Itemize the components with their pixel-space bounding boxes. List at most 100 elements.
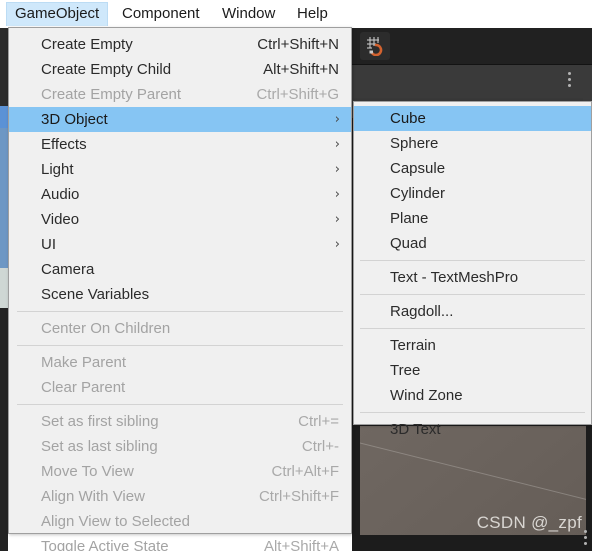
menu-item-label: Cube: [390, 110, 426, 127]
chevron-right-icon: ›: [334, 112, 340, 127]
menu-item-light[interactable]: Light ›: [9, 157, 351, 182]
menu-item-label: 3D Text: [390, 421, 441, 438]
menu-item-label: Align View to Selected: [41, 513, 190, 530]
menu-item-scene-variables[interactable]: Scene Variables: [9, 282, 351, 307]
submenu-item-tree[interactable]: Tree: [354, 358, 591, 383]
menubar-item-component[interactable]: Component: [114, 2, 208, 26]
menu-item-label: Tree: [390, 362, 421, 379]
grid-snap-button[interactable]: [360, 32, 390, 60]
menu-item-label: Center On Children: [41, 320, 171, 337]
menu-item-label: Clear Parent: [41, 379, 126, 396]
menu-item-clear-parent: Clear Parent: [9, 375, 351, 400]
submenu-item-plane[interactable]: Plane: [354, 206, 591, 231]
3d-object-submenu[interactable]: Cube Sphere Capsule Cylinder Plane Quad Text -…: [353, 101, 592, 438]
menubar-item-gameobject[interactable]: GameObject: [6, 2, 109, 26]
menu-separator: [360, 294, 585, 295]
grid-snap-icon: [367, 37, 383, 56]
submenu-item-sphere[interactable]: Sphere: [354, 131, 591, 156]
menu-item-label: Terrain: [390, 337, 436, 354]
menu-separator: [17, 311, 343, 312]
menu-item-label: Toggle Active State: [41, 538, 169, 551]
menu-item-make-parent: Make Parent: [9, 350, 351, 375]
menu-separator: [17, 404, 343, 405]
submenu-item-capsule[interactable]: Capsule: [354, 156, 591, 181]
menu-item-label: Create Empty: [41, 36, 133, 53]
chevron-right-icon: ›: [334, 237, 340, 252]
menu-item-shortcut: Ctrl+Shift+N: [257, 36, 339, 53]
unity-panel-header: [352, 65, 586, 99]
menu-item-label: Create Empty Child: [41, 61, 172, 78]
chevron-right-icon: ›: [334, 212, 340, 227]
menu-separator: [360, 412, 585, 413]
menu-item-label: 3D Object: [41, 111, 108, 128]
submenu-item-cylinder[interactable]: Cylinder: [354, 181, 591, 206]
menu-separator: [360, 260, 585, 261]
menu-bar: GameObject Component Window Help: [0, 0, 592, 28]
menu-item-3d-object[interactable]: 3D Object ›: [9, 107, 351, 132]
menu-item-label: Video: [41, 211, 80, 228]
unity-toolbar: [352, 28, 592, 65]
menu-item-label: Scene Variables: [41, 286, 150, 303]
menu-item-label: Light: [41, 161, 74, 178]
menu-item-label: Camera: [41, 261, 95, 278]
menu-item-camera[interactable]: Camera: [9, 257, 351, 282]
menu-item-center-on-children: Center On Children: [9, 316, 351, 341]
menu-item-label: Move To View: [41, 463, 134, 480]
menu-item-label: Ragdoll...: [390, 303, 454, 320]
submenu-item-wind-zone[interactable]: Wind Zone: [354, 383, 591, 408]
menu-item-label: Set as first sibling: [41, 413, 159, 430]
menu-item-audio[interactable]: Audio ›: [9, 182, 351, 207]
menu-item-toggle-active-state: Toggle Active State Alt+Shift+A: [9, 534, 351, 551]
menu-separator: [17, 345, 343, 346]
menu-item-label: Plane: [390, 210, 429, 227]
submenu-item-cube[interactable]: Cube: [354, 106, 591, 131]
menu-item-label: Capsule: [390, 160, 446, 177]
menu-item-label: Audio: [41, 186, 80, 203]
menu-item-shortcut: Ctrl+Shift+F: [258, 488, 339, 505]
menu-item-label: Set as last sibling: [41, 438, 158, 455]
menu-item-align-view-to-selected: Align View to Selected: [9, 509, 351, 534]
chevron-right-icon: ›: [334, 187, 340, 202]
chevron-right-icon: ›: [334, 162, 340, 177]
menu-item-move-to-view: Move To View Ctrl+Alt+F: [9, 459, 351, 484]
watermark-text: CSDN @_zpf: [476, 513, 582, 532]
gameobject-dropdown-menu[interactable]: Create Empty Ctrl+Shift+N Create Empty Chi…: [8, 27, 352, 551]
left-edge-strip: [0, 28, 8, 551]
submenu-item-3d-text[interactable]: 3D Text: [354, 417, 591, 442]
menu-item-align-with-view: Align With View Ctrl+Shift+F: [9, 484, 351, 509]
kebab-menu-icon[interactable]: [568, 72, 572, 90]
menu-item-ui[interactable]: UI ›: [9, 232, 351, 257]
menu-item-label: Effects: [41, 136, 87, 153]
menu-item-shortcut: Alt+Shift+N: [263, 61, 339, 78]
menu-item-label: Cylinder: [390, 185, 446, 202]
menu-item-shortcut: Ctrl+Alt+F: [271, 463, 339, 480]
menu-item-shortcut: Alt+Shift+A: [263, 538, 339, 551]
menu-item-label: UI: [41, 236, 56, 253]
menu-item-shortcut: Ctrl+=: [298, 413, 339, 430]
menu-item-label: Quad: [390, 235, 427, 252]
menu-item-create-empty-parent: Create Empty Parent Ctrl+Shift+G: [9, 82, 351, 107]
submenu-item-ragdoll[interactable]: Ragdoll...: [354, 299, 591, 324]
menu-item-label: Align With View: [41, 488, 145, 505]
submenu-item-text-textmeshpro[interactable]: Text - TextMeshPro: [354, 265, 591, 290]
menu-separator: [360, 328, 585, 329]
menu-item-label: Wind Zone: [390, 387, 463, 404]
menu-item-video[interactable]: Video ›: [9, 207, 351, 232]
menubar-item-help[interactable]: Help: [289, 2, 336, 26]
menu-item-label: Text - TextMeshPro: [390, 269, 519, 286]
menu-item-shortcut: Ctrl+Shift+G: [256, 86, 339, 103]
scene-horizon-line: [360, 440, 586, 514]
scene-view[interactable]: CSDN @_zpf: [360, 426, 586, 535]
menubar-item-window[interactable]: Window: [214, 2, 283, 26]
menu-item-set-as-last-sibling: Set as last sibling Ctrl+-: [9, 434, 351, 459]
unity-right-strip: [583, 65, 592, 105]
submenu-item-terrain[interactable]: Terrain: [354, 333, 591, 358]
submenu-item-quad[interactable]: Quad: [354, 231, 591, 256]
menu-item-create-empty-child[interactable]: Create Empty Child Alt+Shift+N: [9, 57, 351, 82]
menu-item-effects[interactable]: Effects ›: [9, 132, 351, 157]
menu-item-label: Sphere: [390, 135, 439, 152]
menu-item-set-as-first-sibling: Set as first sibling Ctrl+=: [9, 409, 351, 434]
menu-item-label: Create Empty Parent: [41, 86, 182, 103]
scene-kebab-menu-icon[interactable]: [584, 530, 588, 546]
menu-item-create-empty[interactable]: Create Empty Ctrl+Shift+N: [9, 32, 351, 57]
